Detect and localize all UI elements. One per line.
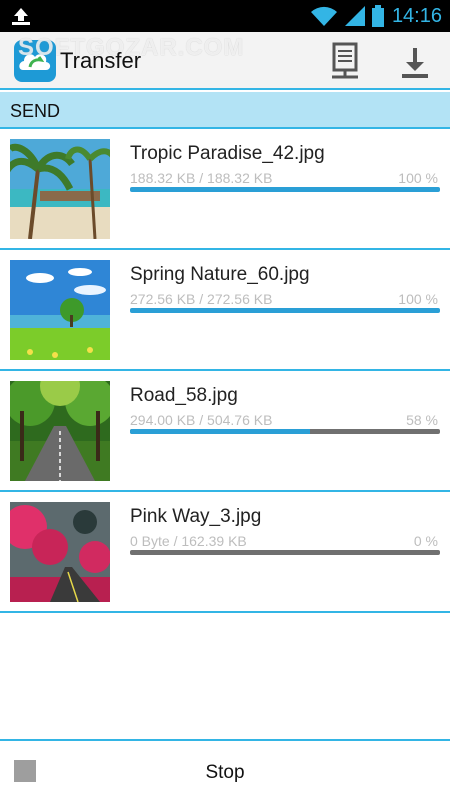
clock: 14:16 <box>391 4 442 27</box>
file-size: 272.56 KB / 272.56 KB <box>130 291 273 307</box>
transfer-row[interactable]: Spring Nature_60.jpg 272.56 KB / 272.56 … <box>0 250 450 371</box>
file-size: 0 Byte / 162.39 KB <box>130 533 247 549</box>
transfer-row[interactable]: Pink Way_3.jpg 0 Byte / 162.39 KB 0 % <box>0 492 450 613</box>
progress-fill <box>130 308 440 313</box>
progress-percent: 100 % <box>398 291 438 307</box>
signal-icon <box>344 6 365 26</box>
server-icon[interactable] <box>326 42 364 82</box>
progress-bar <box>130 429 440 434</box>
transfer-row[interactable]: Tropic Paradise_42.jpg 188.32 KB / 188.3… <box>0 129 450 250</box>
file-name: Pink Way_3.jpg <box>130 506 262 527</box>
wifi-icon <box>310 6 337 27</box>
file-size: 188.32 KB / 188.32 KB <box>130 170 273 186</box>
file-size: 294.00 KB / 504.76 KB <box>130 412 273 428</box>
download-icon[interactable] <box>396 42 434 82</box>
status-indicators: 14:16 <box>310 4 442 28</box>
thumbnail-pink-trees <box>10 502 110 602</box>
transfer-row[interactable]: Road_58.jpg 294.00 KB / 504.76 KB 58 % <box>0 371 450 492</box>
status-bar: 14:16 <box>0 0 450 32</box>
thumbnail-spring-meadow <box>10 260 110 360</box>
file-name: Road_58.jpg <box>130 385 238 406</box>
progress-fill <box>130 429 310 434</box>
transfer-list: Tropic Paradise_42.jpg 188.32 KB / 188.3… <box>0 129 450 613</box>
progress-fill <box>130 187 440 192</box>
upload-notification-icon <box>12 8 30 25</box>
progress-bar <box>130 550 440 555</box>
action-bar: SOFTGOZAR.COM Transfer <box>0 32 450 90</box>
progress-bar <box>130 308 440 313</box>
page-title: Transfer <box>60 48 142 73</box>
stop-button[interactable]: Stop <box>0 762 450 784</box>
bottom-bar: Stop <box>0 739 450 800</box>
battery-icon <box>371 5 384 27</box>
file-name: Spring Nature_60.jpg <box>130 264 310 285</box>
progress-percent: 100 % <box>398 170 438 186</box>
section-label: SEND <box>10 101 61 121</box>
thumbnail-tropical-beach <box>10 139 110 239</box>
send-section-header: SEND <box>0 92 450 129</box>
progress-percent: 0 % <box>413 533 438 549</box>
progress-percent: 58 % <box>406 412 438 428</box>
thumbnail-tree-road <box>10 381 110 481</box>
progress-bar <box>130 187 440 192</box>
file-name: Tropic Paradise_42.jpg <box>130 143 325 164</box>
